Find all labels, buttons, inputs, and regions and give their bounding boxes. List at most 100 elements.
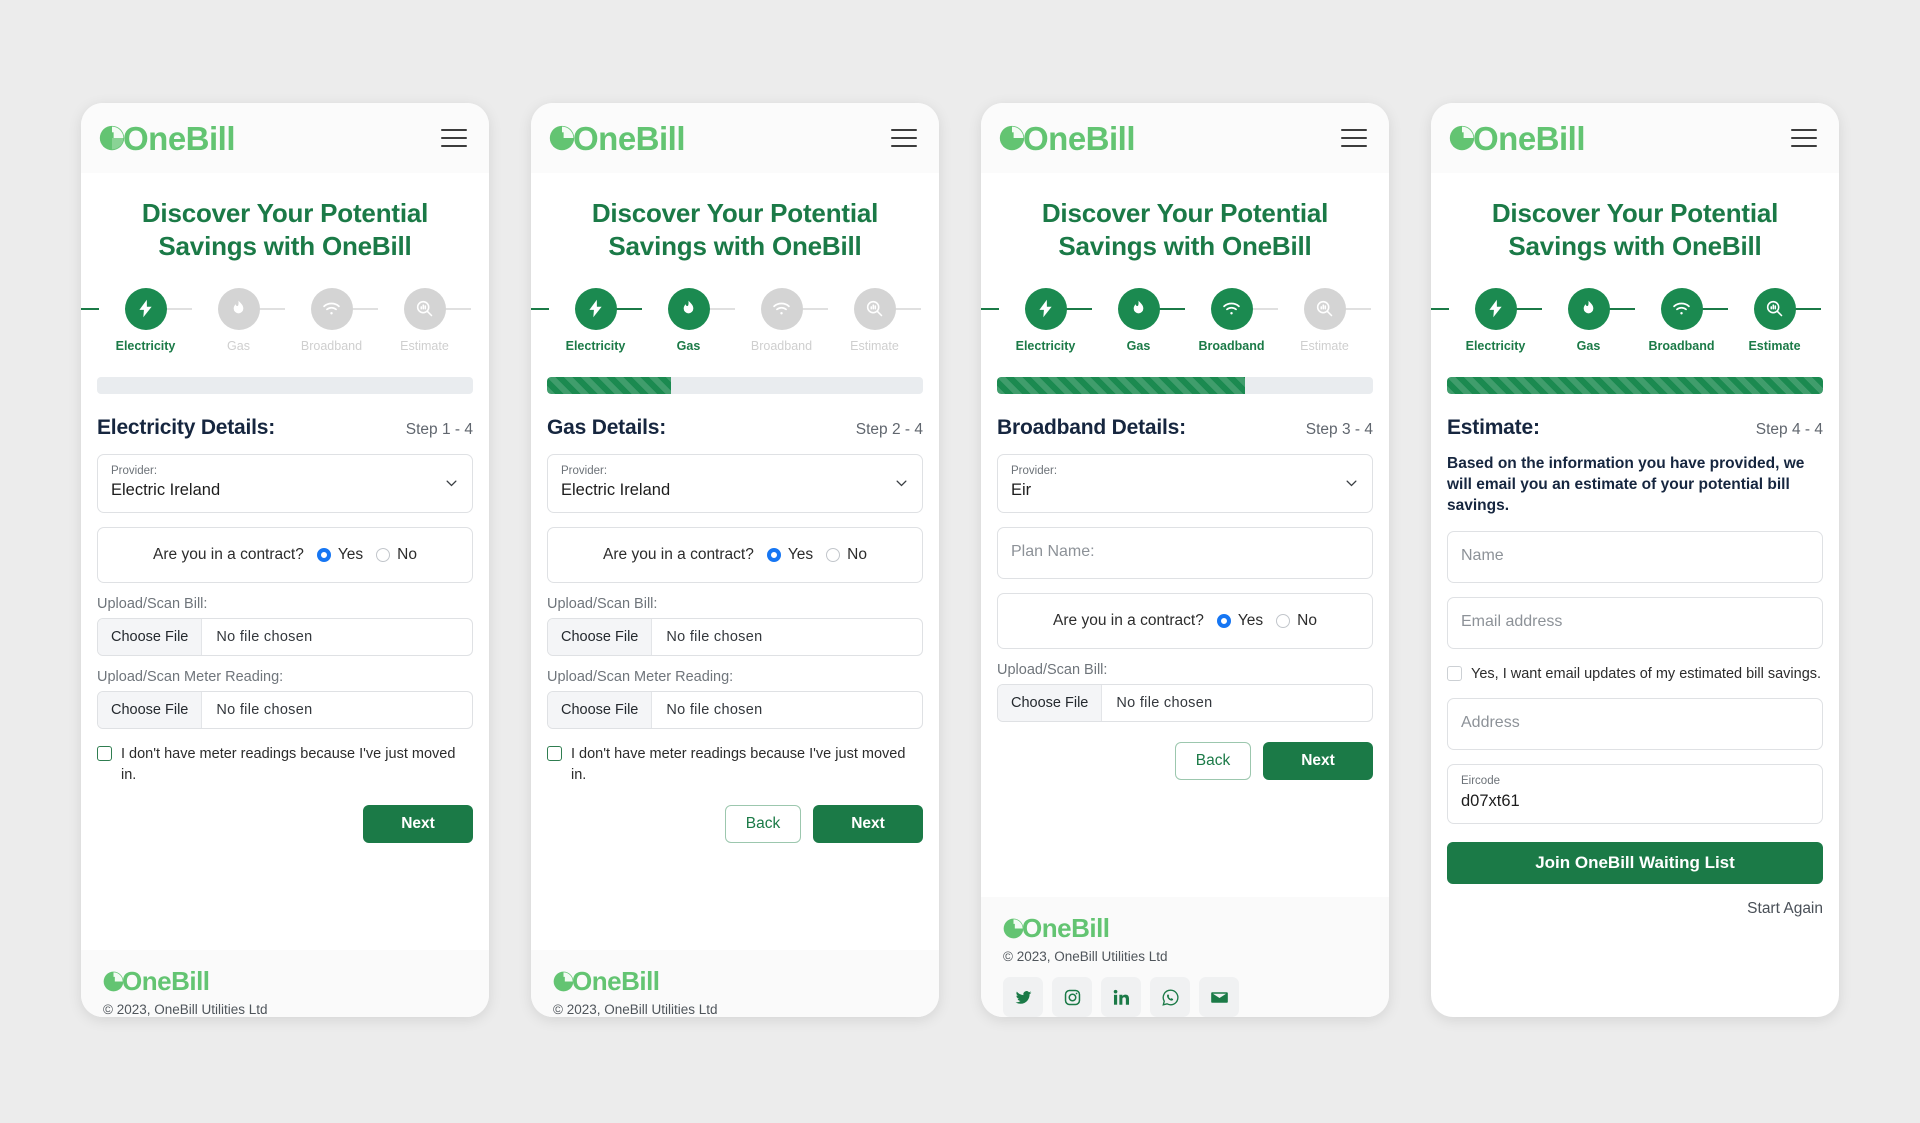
step-label: Gas — [676, 338, 701, 353]
join-waiting-list-button[interactable]: Join OneBill Waiting List — [1447, 841, 1823, 884]
contract-radio-no[interactable]: No — [826, 546, 867, 564]
step-item-broadband[interactable]: Broadband — [688, 287, 828, 353]
brand-logo[interactable]: OneBill — [999, 122, 1136, 155]
choose-file-button[interactable]: Choose File — [98, 619, 203, 656]
contract-radio-yes[interactable]: Yes — [1216, 612, 1264, 630]
contract-radio-no[interactable]: No — [376, 546, 417, 564]
back-button[interactable]: Back — [725, 805, 801, 844]
step-progress-indicator: Electricity Gas Broadband Estimate — [1431, 287, 1823, 353]
step-item-gas[interactable]: Gas — [595, 287, 735, 353]
provider-select[interactable]: Provider: Electric Ireland — [547, 453, 923, 514]
upload-meter-input[interactable]: Choose File No file chosen — [97, 691, 473, 730]
email-icon[interactable] — [1199, 977, 1239, 1017]
onebill-aperture-logo-icon — [1003, 918, 1024, 938]
contract-radio-yes[interactable]: Yes — [316, 546, 363, 564]
step-label: Estimate — [850, 338, 899, 353]
step-item-electricity[interactable]: Electricity — [531, 287, 642, 353]
hamburger-menu-icon[interactable] — [891, 128, 917, 148]
step-item-gas[interactable]: Gas — [1045, 287, 1185, 353]
twitter-icon[interactable] — [1003, 977, 1043, 1017]
panel-broadband: OneBill Discover Your Potential Savings … — [981, 103, 1389, 1017]
estimate-chart-search-icon — [403, 287, 446, 330]
section-header: Electricity Details: Step 1 - 4 — [97, 416, 473, 440]
step-label: Estimate — [400, 338, 449, 353]
choose-file-button[interactable]: Choose File — [548, 619, 653, 656]
next-button[interactable]: Next — [813, 805, 923, 844]
provider-select[interactable]: Provider: Eir — [997, 453, 1373, 514]
upload-meter-input[interactable]: Choose File No file chosen — [547, 691, 923, 730]
upload-bill-input[interactable]: Choose File No file chosen — [997, 684, 1373, 723]
footer-brand-logo[interactable]: OneBill — [1003, 915, 1367, 941]
choose-file-button[interactable]: Choose File — [548, 692, 653, 729]
hamburger-menu-icon[interactable] — [1791, 128, 1817, 148]
hamburger-menu-icon[interactable] — [1341, 128, 1367, 148]
address-placeholder: Address — [1461, 714, 1520, 732]
panel-body: Discover Your Potential Savings with One… — [981, 173, 1389, 897]
panel-body: Discover Your Potential Savings with One… — [1431, 173, 1839, 1017]
footer-brand-name: OneBill — [1022, 913, 1110, 943]
email-input[interactable]: Email address — [1447, 596, 1823, 649]
footer-brand-logo[interactable]: OneBill — [103, 968, 467, 994]
step-item-electricity[interactable]: Electricity — [1431, 287, 1542, 353]
section-header: Broadband Details: Step 3 - 4 — [997, 416, 1373, 440]
checkbox-box[interactable] — [97, 746, 112, 762]
back-button[interactable]: Back — [1175, 742, 1251, 781]
provider-select[interactable]: Provider: Electric Ireland — [97, 453, 473, 514]
step-item-estimate[interactable]: Estimate — [331, 287, 471, 353]
footer-brand-name: OneBill — [572, 966, 660, 996]
brand-logo[interactable]: OneBill — [1449, 122, 1586, 155]
no-meter-readings-checkbox[interactable]: I don't have meter readings because I've… — [547, 744, 923, 785]
whatsapp-icon[interactable] — [1150, 977, 1190, 1017]
step-item-electricity[interactable]: Electricity — [981, 287, 1092, 353]
linkedin-icon[interactable] — [1101, 977, 1141, 1017]
step-item-gas[interactable]: Gas — [1495, 287, 1635, 353]
start-again-link[interactable]: Start Again — [1447, 900, 1823, 918]
step-label: Electricity — [1015, 338, 1076, 353]
step-item-estimate[interactable]: Estimate — [1681, 287, 1821, 353]
hamburger-menu-icon[interactable] — [441, 128, 467, 148]
choose-file-button[interactable]: Choose File — [998, 685, 1103, 722]
plan-name-input[interactable]: Plan Name: — [997, 527, 1373, 580]
flame-icon — [1117, 287, 1160, 330]
instagram-icon[interactable] — [1052, 977, 1092, 1017]
brand-logo[interactable]: OneBill — [99, 122, 236, 155]
contract-question-label: Are you in a contract? — [1053, 612, 1204, 630]
step-item-gas[interactable]: Gas — [145, 287, 285, 353]
step-item-estimate[interactable]: Estimate — [1231, 287, 1371, 353]
upload-bill-input[interactable]: Choose File No file chosen — [97, 618, 473, 657]
step-item-electricity[interactable]: Electricity — [81, 287, 192, 353]
section-header: Estimate: Step 4 - 4 — [1447, 416, 1823, 440]
step-item-broadband[interactable]: Broadband — [1138, 287, 1278, 353]
eircode-input[interactable]: Eircode d07xt61 — [1447, 764, 1823, 824]
bolt-icon — [1024, 287, 1067, 330]
contract-question-label: Are you in a contract? — [153, 546, 304, 564]
progress-bar — [1447, 376, 1823, 394]
step-item-estimate[interactable]: Estimate — [781, 287, 921, 353]
email-updates-checkbox[interactable]: Yes, I want email updates of my estimate… — [1447, 664, 1823, 685]
upload-bill-input[interactable]: Choose File No file chosen — [547, 618, 923, 657]
checkbox-label: Yes, I want email updates of my estimate… — [1471, 665, 1822, 682]
radio-label-yes: Yes — [1237, 612, 1264, 630]
no-meter-readings-checkbox[interactable]: I don't have meter readings because I've… — [97, 744, 473, 785]
name-input[interactable]: Name — [1447, 530, 1823, 583]
footer-brand-name: OneBill — [122, 966, 210, 996]
form-actions: Next — [97, 805, 473, 844]
footer-brand-logo[interactable]: OneBill — [553, 968, 917, 994]
contract-radio-no[interactable]: No — [1276, 612, 1317, 630]
brand-logo[interactable]: OneBill — [549, 122, 686, 155]
step-progress-indicator: Electricity Gas Broadband Estimate — [531, 287, 923, 353]
step-counter: Step 1 - 4 — [405, 420, 473, 438]
step-item-broadband[interactable]: Broadband — [1588, 287, 1728, 353]
flame-icon — [217, 287, 260, 330]
checkbox-box[interactable] — [547, 746, 562, 762]
choose-file-button[interactable]: Choose File — [98, 692, 203, 729]
provider-label: Provider: — [1011, 464, 1058, 477]
contract-radio-yes[interactable]: Yes — [766, 546, 813, 564]
checkbox-box[interactable] — [1447, 665, 1462, 681]
step-item-broadband[interactable]: Broadband — [238, 287, 378, 353]
next-button[interactable]: Next — [363, 805, 473, 844]
copyright-text: © 2023, OneBill Utilities Ltd — [1003, 949, 1168, 964]
next-button[interactable]: Next — [1263, 742, 1373, 781]
step-label: Estimate — [1300, 338, 1349, 353]
address-input[interactable]: Address — [1447, 698, 1823, 751]
